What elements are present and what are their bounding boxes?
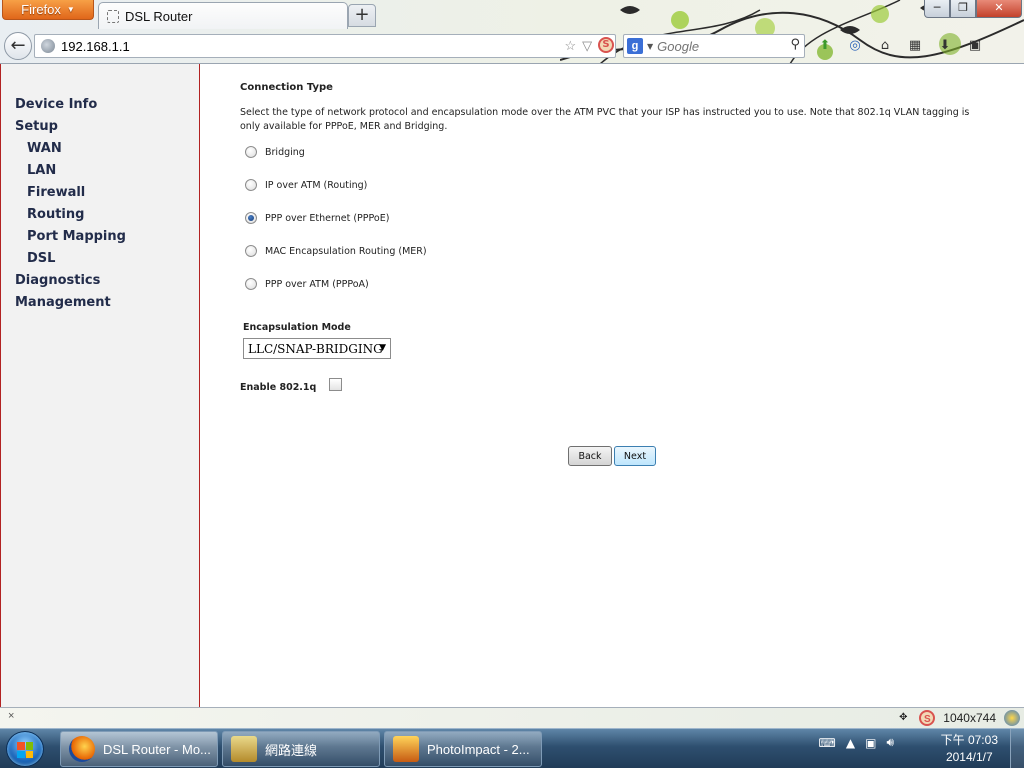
- windows-taskbar: DSL Router - Mo... 網路連線 PhotoImpact - 2.…: [0, 728, 1024, 768]
- page-viewport: Device Info Setup WAN LAN Firewall Routing Por…: [0, 64, 1024, 707]
- firefox-menu-label: Firefox: [21, 2, 61, 17]
- addon-status-icon[interactable]: [1004, 710, 1020, 726]
- search-icon[interactable]: ⚲: [790, 37, 800, 52]
- radio-label: PPP over ATM (PPPoA): [265, 278, 369, 290]
- sidebar-item-setup[interactable]: Setup: [15, 116, 126, 138]
- url-bar[interactable]: 192.168.1.1 ☆ ▽ ↻: [34, 34, 616, 58]
- enable-8021q-label: Enable 802.1q: [240, 382, 317, 393]
- sidebar-item-diagnostics[interactable]: Diagnostics: [15, 270, 126, 292]
- radio-label: IP over ATM (Routing): [265, 179, 368, 191]
- photoimpact-icon: [393, 736, 419, 762]
- connection-type-option[interactable]: PPP over ATM (PPPoA): [245, 278, 369, 290]
- taskbar-item-label: PhotoImpact - 2...: [427, 741, 530, 757]
- radio-button[interactable]: [245, 212, 257, 224]
- sidebar-item-device-info[interactable]: Device Info: [15, 94, 126, 116]
- tab-title: DSL Router: [125, 8, 193, 24]
- encapsulation-mode-value: LLC/SNAP-BRIDGING: [248, 341, 383, 356]
- maximize-button[interactable]: ❐: [950, 0, 976, 18]
- addon-grid-icon[interactable]: ▦: [905, 36, 925, 56]
- chevron-down-icon[interactable]: ▼: [647, 42, 653, 51]
- connection-type-option[interactable]: PPP over Ethernet (PPPoE): [245, 212, 389, 224]
- history-dropdown-icon[interactable]: ▽: [582, 38, 592, 54]
- radio-button[interactable]: [245, 245, 257, 257]
- search-bar[interactable]: g ▼ ⚲: [623, 34, 805, 58]
- keyboard-icon[interactable]: ⌨: [819, 736, 836, 750]
- windows-logo-icon: [17, 742, 33, 758]
- window-resolution-text: 1040x744: [943, 711, 996, 725]
- sidebar-item-dsl[interactable]: DSL: [15, 248, 126, 270]
- taskbar-item-firefox[interactable]: DSL Router - Mo...: [60, 731, 218, 767]
- start-button[interactable]: [6, 731, 44, 767]
- radio-label: Bridging: [265, 146, 305, 158]
- show-hidden-icons-icon[interactable]: ▲: [846, 736, 855, 750]
- connection-type-option[interactable]: Bridging: [245, 146, 305, 158]
- sidebar-item-wan[interactable]: WAN: [15, 138, 126, 160]
- close-button[interactable]: ✕: [976, 0, 1022, 18]
- bookmark-star-icon[interactable]: ☆: [564, 38, 576, 54]
- globe-icon: [41, 39, 55, 53]
- router-sidebar: Device Info Setup WAN LAN Firewall Routing Por…: [0, 64, 200, 707]
- download-icon[interactable]: ⬇: [935, 36, 955, 56]
- search-engine-google-icon[interactable]: g: [627, 38, 643, 54]
- chevron-down-icon: ▼: [379, 343, 386, 353]
- network-icon[interactable]: ▣: [865, 736, 876, 750]
- search-input[interactable]: [657, 38, 778, 54]
- next-button[interactable]: Next: [614, 446, 656, 466]
- page-title: Connection Type: [240, 82, 333, 93]
- page-icon: [107, 9, 119, 23]
- chevron-down-icon: ▼: [66, 5, 75, 14]
- minimize-button[interactable]: ─: [924, 0, 950, 18]
- radio-button[interactable]: [245, 278, 257, 290]
- sidebar-item-port-mapping[interactable]: Port Mapping: [15, 226, 126, 248]
- encapsulation-mode-label: Encapsulation Mode: [243, 322, 351, 333]
- taskbar-item-label: 網路連線: [265, 742, 318, 758]
- radio-button[interactable]: [245, 179, 257, 191]
- toolbar-addon-icons: ⬆ ◎ ⌂ ▦ ⬇ ▣: [815, 36, 985, 56]
- clock-date: 2014/1/7: [945, 750, 993, 764]
- firefox-icon: [69, 736, 95, 762]
- volume-icon[interactable]: 🔊︎: [886, 735, 894, 750]
- page-description: Select the type of network protocol and …: [240, 107, 970, 132]
- taskbar-item-photoimpact[interactable]: PhotoImpact - 2...: [384, 731, 542, 767]
- router-menu: Device Info Setup WAN LAN Firewall Routing Por…: [15, 94, 126, 314]
- window-controls: ─ ❐ ✕: [924, 0, 1022, 18]
- tab-dsl-router[interactable]: DSL Router: [98, 2, 348, 29]
- addon-globe-icon[interactable]: ◎: [845, 36, 865, 56]
- back-arrow-icon[interactable]: ←: [4, 32, 32, 60]
- taskbar-item-label: DSL Router - Mo...: [103, 741, 211, 757]
- sidebar-item-management[interactable]: Management: [15, 292, 126, 314]
- enable-8021q-checkbox[interactable]: [329, 378, 342, 391]
- addon-bar: × ✥ S 1040x744: [0, 707, 1024, 728]
- addon-arrow-icon[interactable]: ⬆: [815, 36, 835, 56]
- noscript-icon[interactable]: S: [919, 710, 936, 726]
- addon-box-icon[interactable]: ▣: [965, 36, 985, 56]
- radio-button[interactable]: [245, 146, 257, 158]
- home-icon[interactable]: ⌂: [875, 36, 895, 56]
- close-addon-bar-icon[interactable]: ×: [8, 710, 14, 722]
- encapsulation-mode-select[interactable]: LLC/SNAP-BRIDGING ▼: [243, 338, 391, 359]
- noscript-icon[interactable]: S: [598, 37, 614, 53]
- radio-label: PPP over Ethernet (PPPoE): [265, 212, 390, 224]
- clock-time: 下午 07:03: [940, 733, 998, 747]
- taskbar-clock[interactable]: 下午 07:03 2014/1/7: [941, 732, 998, 766]
- addon-cursor-icon[interactable]: ✥: [895, 710, 911, 726]
- sidebar-item-routing[interactable]: Routing: [15, 204, 126, 226]
- navigation-toolbar: ← 192.168.1.1 ☆ ▽ ↻ S g ▼ ⚲ ⬆ ◎ ⌂ ▦ ⬇ ▣: [0, 30, 1024, 62]
- firefox-menu-button[interactable]: Firefox ▼: [2, 0, 94, 20]
- back-button[interactable]: Back: [568, 446, 612, 466]
- show-desktop-button[interactable]: [1010, 729, 1024, 768]
- connection-type-option[interactable]: MAC Encapsulation Routing (MER): [245, 245, 427, 257]
- radio-label: MAC Encapsulation Routing (MER): [265, 245, 427, 257]
- system-tray: ⌨ ▲ ▣ 🔊︎: [819, 735, 894, 750]
- taskbar-item-network-connections[interactable]: 網路連線: [222, 731, 380, 767]
- sidebar-item-firewall[interactable]: Firewall: [15, 182, 126, 204]
- url-text: 192.168.1.1: [61, 38, 130, 54]
- sidebar-item-lan[interactable]: LAN: [15, 160, 126, 182]
- network-connections-icon: [231, 736, 257, 762]
- new-tab-button[interactable]: +: [348, 4, 376, 27]
- browser-chrome: Firefox ▼ DSL Router + ─ ❐ ✕ ← 192.168.1…: [0, 0, 1024, 64]
- connection-type-option[interactable]: IP over ATM (Routing): [245, 179, 367, 191]
